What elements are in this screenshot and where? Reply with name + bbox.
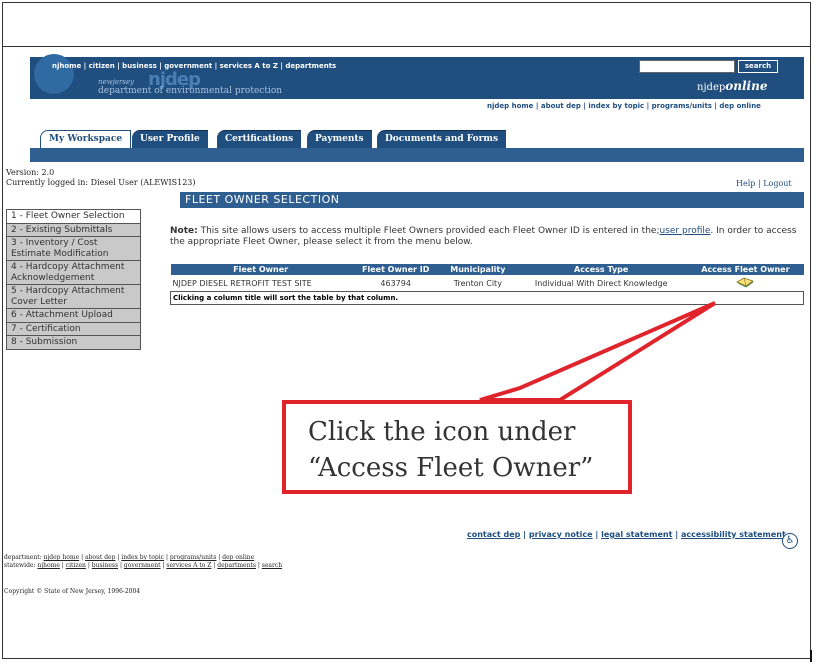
nav-step-8[interactable]: 8 - Submission xyxy=(6,336,141,350)
section-title: FLEET OWNER SELECTION xyxy=(180,192,804,208)
header-bar: njhome | citizen | business | government… xyxy=(30,54,804,99)
cell-municipality: Trenton City xyxy=(440,275,516,292)
tab-documents-and-forms[interactable]: Documents and Forms xyxy=(377,130,507,148)
brand-department: department of environmental protection xyxy=(98,86,283,96)
copyright: Copyright © State of New Jersey, 1996-20… xyxy=(4,588,141,595)
tab-underline-bar xyxy=(30,148,804,162)
search-button[interactable]: search xyxy=(738,60,778,73)
online-suffix: online xyxy=(725,79,768,93)
dept-link-about-dep[interactable]: about dep xyxy=(85,554,115,561)
session-info: Version: 2.0 Currently logged in: Diesel… xyxy=(6,168,196,188)
version-label: Version: 2.0 xyxy=(6,168,55,177)
callout-line-2: “Access Fleet Owner” xyxy=(308,453,594,483)
note-label: Note: xyxy=(170,226,198,236)
table-row: NJDEP DIESEL RETROFIT TEST SITE 463794 T… xyxy=(170,275,804,292)
department-prefix: department: xyxy=(4,554,42,561)
help-separator: | xyxy=(757,179,761,188)
tab-certifications[interactable]: Certifications xyxy=(217,130,302,148)
logout-link[interactable]: Logout xyxy=(763,179,791,188)
accessibility-icon[interactable]: ♿ xyxy=(782,533,798,549)
tab-user-profile[interactable]: User Profile xyxy=(132,130,208,148)
table-footer-row: Clicking a column title will sort the ta… xyxy=(170,291,804,305)
cell-id: 463794 xyxy=(350,275,441,292)
callout-box: Click the icon under “Access Fleet Owner… xyxy=(282,400,632,494)
note-text: Note: This site allows users to access m… xyxy=(170,226,810,248)
statewide-prefix: statewide: xyxy=(4,562,36,569)
table-footer-note: Clicking a column title will sort the ta… xyxy=(170,291,804,305)
brand-newjersey: newjersey xyxy=(98,78,134,86)
state-link-njhome[interactable]: njhome xyxy=(37,562,59,569)
dept-link-dep-online[interactable]: dep online xyxy=(222,554,254,561)
nav-step-2[interactable]: 2 - Existing Submittals xyxy=(6,223,141,237)
note-body: This site allows users to access multipl… xyxy=(200,226,660,236)
search-input[interactable] xyxy=(639,60,735,73)
cell-access-fleet-owner xyxy=(687,275,804,292)
nj-seal-icon xyxy=(34,54,74,94)
nav-step-6[interactable]: 6 - Attachment Upload xyxy=(6,309,141,323)
njdep-online-logo: njdeponline xyxy=(697,79,767,93)
cell-access-type: Individual With Direct Knowledge xyxy=(515,275,688,292)
nav-step-5[interactable]: 5 - Hardcopy Attachment Cover Letter xyxy=(6,285,141,309)
contact-dep-link[interactable]: contact dep xyxy=(467,530,520,539)
privacy-notice-link[interactable]: privacy notice xyxy=(529,530,593,539)
table-header-row: Fleet Owner Fleet Owner ID Municipality … xyxy=(170,264,804,275)
state-link-services[interactable]: services A to Z xyxy=(166,562,211,569)
top-divider xyxy=(2,46,811,47)
tab-my-workspace[interactable]: My Workspace xyxy=(40,130,132,148)
state-link-search[interactable]: search xyxy=(262,562,282,569)
small-footer: department: njdep home | about dep | ind… xyxy=(4,554,282,570)
nav-step-7[interactable]: 7 - Certification xyxy=(6,322,141,336)
state-link-citizen[interactable]: citizen xyxy=(66,562,86,569)
dept-link-index-by-topic[interactable]: index by topic xyxy=(121,554,164,561)
footer-links: contact dep | privacy notice | legal sta… xyxy=(467,530,786,539)
nav-step-3[interactable]: 3 - Inventory / Cost Estimate Modificati… xyxy=(6,237,141,261)
step-navigation: 1 - Fleet Owner Selection 2 - Existing S… xyxy=(6,209,141,350)
nav-step-4[interactable]: 4 - Hardcopy Attachment Acknowledgement xyxy=(6,261,141,285)
cell-owner: NJDEP DIESEL RETROFIT TEST SITE xyxy=(170,275,351,292)
col-municipality[interactable]: Municipality xyxy=(441,264,516,275)
sub-links[interactable]: njdep home | about dep | index by topic … xyxy=(487,102,761,110)
col-fleet-owner[interactable]: Fleet Owner xyxy=(171,264,351,275)
callout-line-1: Click the icon under xyxy=(308,417,576,447)
nav-step-1[interactable]: 1 - Fleet Owner Selection xyxy=(6,209,141,224)
logged-in-label: Currently logged in: Diesel User (ALEWIS… xyxy=(6,178,196,187)
edge-mark xyxy=(810,650,812,662)
accessibility-statement-link[interactable]: accessibility statement xyxy=(681,530,786,539)
help-logout-links: Help | Logout xyxy=(736,179,792,188)
col-access-type[interactable]: Access Type xyxy=(515,264,687,275)
col-access-fleet-owner[interactable]: Access Fleet Owner xyxy=(687,264,803,275)
dept-link-njdep-home[interactable]: njdep home xyxy=(44,554,80,561)
state-link-business[interactable]: business xyxy=(92,562,118,569)
online-prefix: njdep xyxy=(697,82,726,93)
user-profile-link[interactable]: user profile xyxy=(659,226,710,236)
callout-text: Click the icon under “Access Fleet Owner… xyxy=(308,414,593,486)
col-fleet-owner-id[interactable]: Fleet Owner ID xyxy=(351,264,441,275)
fleet-owner-table: Fleet Owner Fleet Owner ID Municipality … xyxy=(170,264,804,305)
dept-link-programs-units[interactable]: programs/units xyxy=(170,554,217,561)
state-link-government[interactable]: government xyxy=(124,562,161,569)
open-book-icon[interactable] xyxy=(736,276,755,288)
statewide-links: statewide: njhome | citizen | business |… xyxy=(4,562,283,569)
legal-statement-link[interactable]: legal statement xyxy=(601,530,672,539)
department-links: department: njdep home | about dep | ind… xyxy=(4,554,255,561)
tab-payments[interactable]: Payments xyxy=(307,130,372,148)
help-link[interactable]: Help xyxy=(736,179,755,188)
state-link-departments[interactable]: departments xyxy=(217,562,256,569)
